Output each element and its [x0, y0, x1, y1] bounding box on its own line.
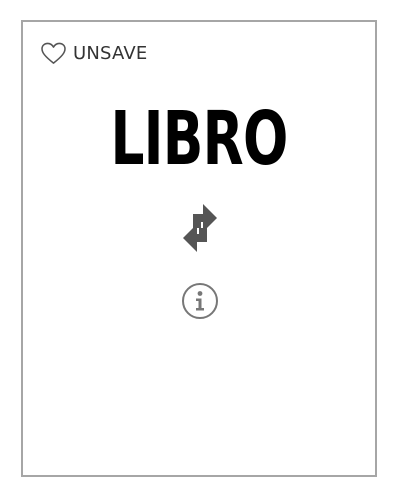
flashcard: UNSAVE LIBRO	[21, 20, 377, 477]
flip-arrows-icon[interactable]	[183, 202, 217, 254]
unsave-label: UNSAVE	[73, 43, 148, 64]
info-icon[interactable]	[181, 282, 219, 320]
card-word: LIBRO	[110, 96, 288, 182]
heart-icon	[41, 42, 66, 64]
unsave-button[interactable]: UNSAVE	[41, 42, 147, 65]
